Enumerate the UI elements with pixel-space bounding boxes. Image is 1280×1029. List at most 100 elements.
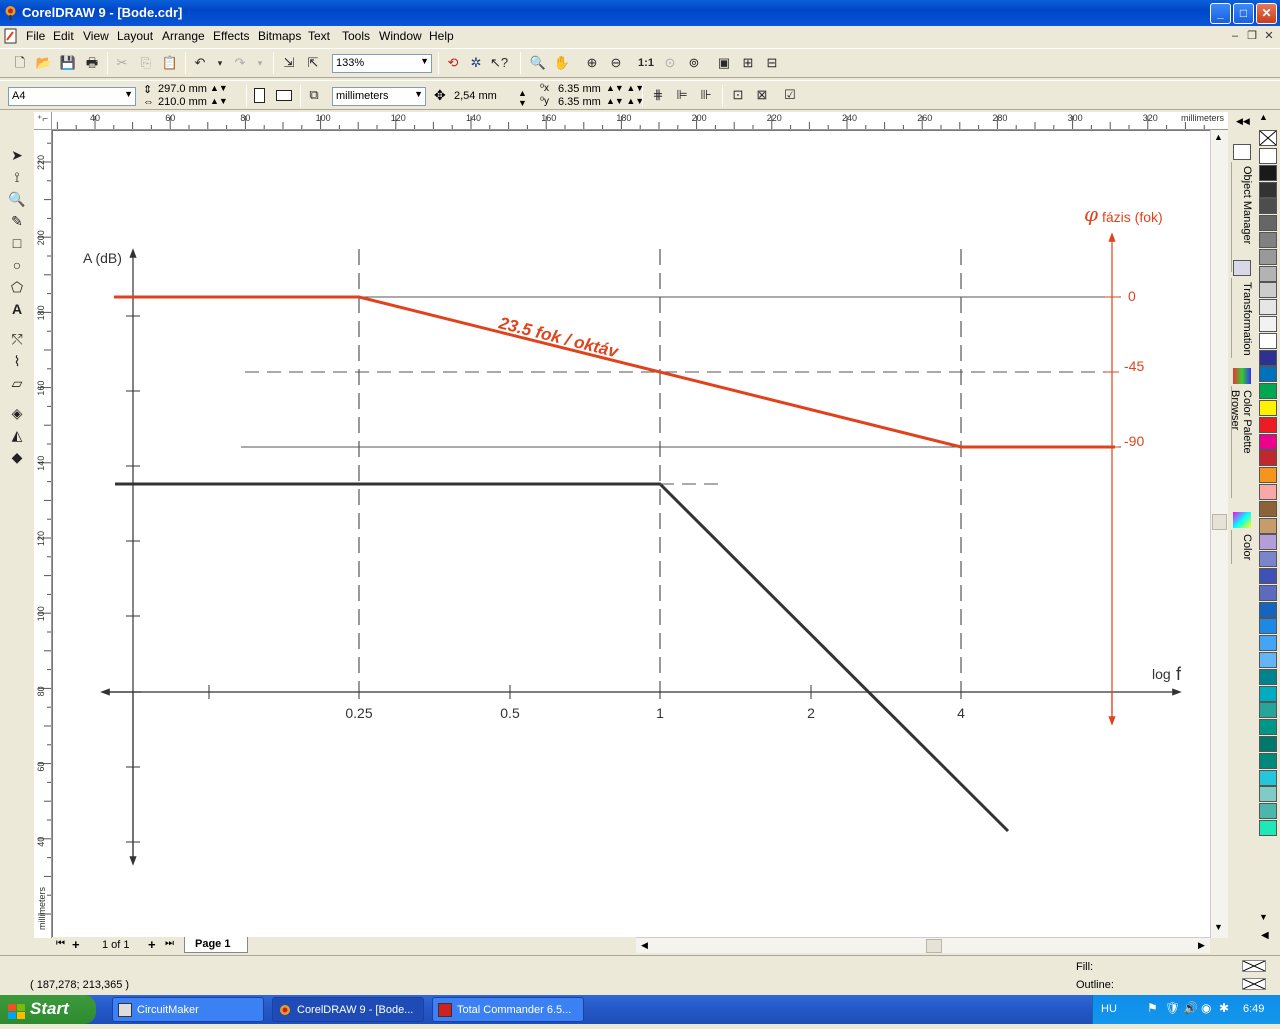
- open-icon[interactable]: 📂: [34, 53, 54, 73]
- color-swatch[interactable]: [1259, 316, 1277, 332]
- zoom-all-objects-icon[interactable]: ⊚: [684, 53, 704, 73]
- tray-bluetooth-icon[interactable]: ✱: [1219, 1001, 1229, 1015]
- graphics-mode-icon[interactable]: ⊡: [728, 85, 748, 105]
- landscape-icon[interactable]: [276, 90, 292, 101]
- color-swatch[interactable]: [1259, 635, 1277, 652]
- mdi-minimize-button[interactable]: –: [1228, 29, 1242, 43]
- rectangle-tool-icon[interactable]: □: [6, 233, 28, 253]
- color-swatch[interactable]: [1259, 500, 1277, 517]
- color-swatch[interactable]: [1259, 181, 1277, 198]
- application-launcher-icon[interactable]: ⟲: [443, 53, 463, 73]
- no-color-swatch[interactable]: [1259, 130, 1277, 146]
- text-mode-icon[interactable]: ⊠: [752, 85, 772, 105]
- color-swatch[interactable]: [1259, 400, 1277, 416]
- hand-pan-icon[interactable]: ✋: [552, 53, 572, 73]
- portrait-icon[interactable]: [254, 88, 265, 103]
- mdi-close-button[interactable]: ✕: [1262, 29, 1276, 43]
- palette-scroll-up-icon[interactable]: ▲: [1259, 112, 1268, 122]
- snap-to-objects-icon[interactable]: ⊪: [696, 85, 716, 105]
- docker-collapse-icon[interactable]: ◀◀: [1236, 116, 1250, 127]
- width-spinner-icon[interactable]: ▲▼: [210, 83, 228, 93]
- color-swatch[interactable]: [1259, 568, 1277, 584]
- ellipse-tool-icon[interactable]: ○: [6, 255, 28, 275]
- color-swatch[interactable]: [1259, 484, 1277, 500]
- snap-to-grid-icon[interactable]: ⋕: [648, 85, 668, 105]
- color-swatch[interactable]: [1259, 148, 1277, 164]
- import-icon[interactable]: ⇲: [279, 53, 299, 73]
- freehand-tool-icon[interactable]: ✎: [6, 211, 28, 231]
- snap-to-guidelines-icon[interactable]: ⊫: [672, 85, 692, 105]
- zoom-selected-icon[interactable]: ⊙: [660, 53, 680, 73]
- color-swatch[interactable]: [1259, 702, 1277, 719]
- coreldraw-app-icon[interactable]: [3, 5, 18, 20]
- text-tool-icon[interactable]: A: [6, 299, 28, 319]
- duplicate-y-value[interactable]: 6.35 mm: [558, 96, 601, 108]
- save-icon[interactable]: 💾: [58, 53, 78, 73]
- zoom-lens-icon[interactable]: 🔍: [528, 53, 548, 73]
- color-swatch[interactable]: [1259, 736, 1277, 752]
- menu-file[interactable]: File: [26, 29, 45, 43]
- fill-tool-icon[interactable]: ◈: [6, 403, 28, 423]
- horizontal-ruler[interactable]: 40 60 80 100 120 140 160 180 200 220 240 260 280 300 3…: [52, 112, 1228, 130]
- zoom-actual-size-icon[interactable]: 1:1: [636, 53, 656, 73]
- color-swatch[interactable]: [1259, 820, 1277, 836]
- menu-arrange[interactable]: Arrange: [162, 29, 205, 43]
- eyedropper-tool-icon[interactable]: ⌇: [6, 351, 28, 371]
- color-swatch[interactable]: [1259, 450, 1277, 467]
- interactive-blend-tool-icon[interactable]: ⤲: [6, 329, 28, 349]
- color-swatch[interactable]: [1259, 803, 1277, 820]
- whats-this-icon[interactable]: ↖?: [489, 53, 509, 73]
- zoom-in-icon[interactable]: ⊕: [582, 53, 602, 73]
- zoom-combo[interactable]: 133% ▼: [332, 54, 432, 73]
- color-swatch[interactable]: [1259, 467, 1277, 484]
- menu-window[interactable]: Window: [379, 29, 422, 43]
- color-swatch[interactable]: [1259, 719, 1277, 736]
- corel-online-icon[interactable]: ✲: [466, 53, 486, 73]
- menu-bitmaps[interactable]: Bitmaps: [258, 29, 301, 43]
- color-swatch[interactable]: [1259, 248, 1277, 265]
- color-swatch[interactable]: [1259, 416, 1277, 433]
- palette-scroll-down-icon[interactable]: ▼: [1259, 912, 1268, 922]
- first-page-icon[interactable]: ⏮: [56, 938, 65, 949]
- menu-view[interactable]: View: [83, 29, 109, 43]
- menu-help[interactable]: Help: [429, 29, 454, 43]
- start-button[interactable]: Start: [0, 995, 96, 1024]
- polygon-tool-icon[interactable]: ⬠: [6, 277, 28, 297]
- color-swatch[interactable]: [1259, 652, 1277, 668]
- drawing-canvas[interactable]: A (dB) φ fázis (fok) log f 0.25 0.5 1 2 …: [52, 130, 1212, 938]
- color-swatch[interactable]: [1259, 215, 1277, 232]
- duplicate-y-spinner-icon[interactable]: ▲▼ ▲▼: [606, 96, 644, 106]
- docker-tab-object-manager[interactable]: Object Manager: [1231, 162, 1253, 272]
- scroll-down-icon[interactable]: ▼: [1214, 922, 1223, 932]
- paste-icon[interactable]: 📋: [160, 53, 180, 73]
- tray-app-icon[interactable]: ◉: [1201, 1001, 1211, 1015]
- color-swatch[interactable]: [1259, 584, 1277, 601]
- color-swatch[interactable]: [1259, 299, 1277, 316]
- color-swatch[interactable]: [1259, 601, 1277, 618]
- interactive-fill-tool-icon[interactable]: ◭: [6, 425, 28, 445]
- options-icon[interactable]: ☑: [780, 85, 800, 105]
- print-icon[interactable]: 🖶: [82, 53, 102, 73]
- color-swatch[interactable]: [1259, 752, 1277, 769]
- color-swatch[interactable]: [1259, 618, 1277, 635]
- horizontal-scroll-thumb[interactable]: [926, 939, 942, 953]
- page-tab[interactable]: Page 1: [184, 937, 248, 953]
- export-icon[interactable]: ⇱: [303, 53, 323, 73]
- palette-flyout-icon[interactable]: ◀: [1261, 930, 1269, 941]
- duplicate-x-value[interactable]: 6.35 mm: [558, 83, 601, 95]
- vertical-scrollbar[interactable]: ▲ ▼: [1210, 130, 1228, 938]
- vertical-ruler[interactable]: 220 200 180 160 140 120 100 80 60 40 millimeters: [34, 130, 52, 938]
- undo-dropdown-icon[interactable]: ▾: [210, 53, 230, 73]
- ruler-origin[interactable]: ⁺⌐: [34, 112, 52, 130]
- menu-text[interactable]: Text: [308, 29, 330, 43]
- duplicate-x-spinner-icon[interactable]: ▲▼ ▲▼: [606, 83, 644, 93]
- docker-tab-color[interactable]: Color: [1231, 530, 1253, 564]
- shape-tool-icon[interactable]: ⟟: [6, 167, 28, 187]
- vertical-scroll-thumb[interactable]: [1212, 514, 1227, 530]
- color-swatch[interactable]: [1259, 198, 1277, 215]
- close-button[interactable]: ✕: [1256, 3, 1277, 24]
- zoom-tool-icon[interactable]: 🔍: [6, 189, 28, 209]
- color-swatch[interactable]: [1259, 383, 1277, 400]
- color-swatch[interactable]: [1259, 282, 1277, 299]
- color-swatch[interactable]: [1259, 164, 1277, 181]
